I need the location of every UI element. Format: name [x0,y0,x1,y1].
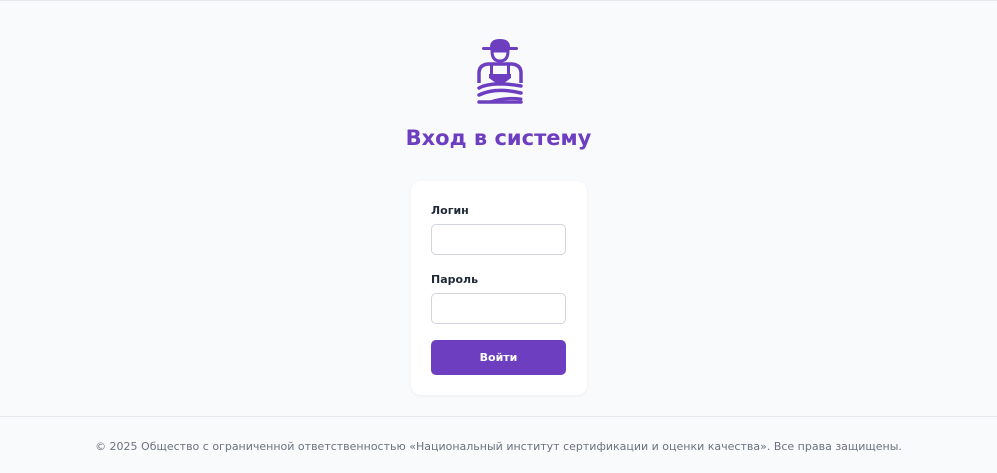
login-form: Логин Пароль Войти [411,181,587,395]
page-title: Вход в систему [405,126,592,150]
login-button[interactable]: Войти [431,340,566,375]
footer-divider [0,416,997,417]
footer-copyright: © 2025 Общество с ограниченной ответстве… [95,440,902,453]
login-input[interactable] [431,224,566,255]
password-label: Пароль [431,273,479,286]
login-label: Логин [431,204,469,217]
password-input[interactable] [431,293,566,324]
farmer-icon [477,39,523,104]
